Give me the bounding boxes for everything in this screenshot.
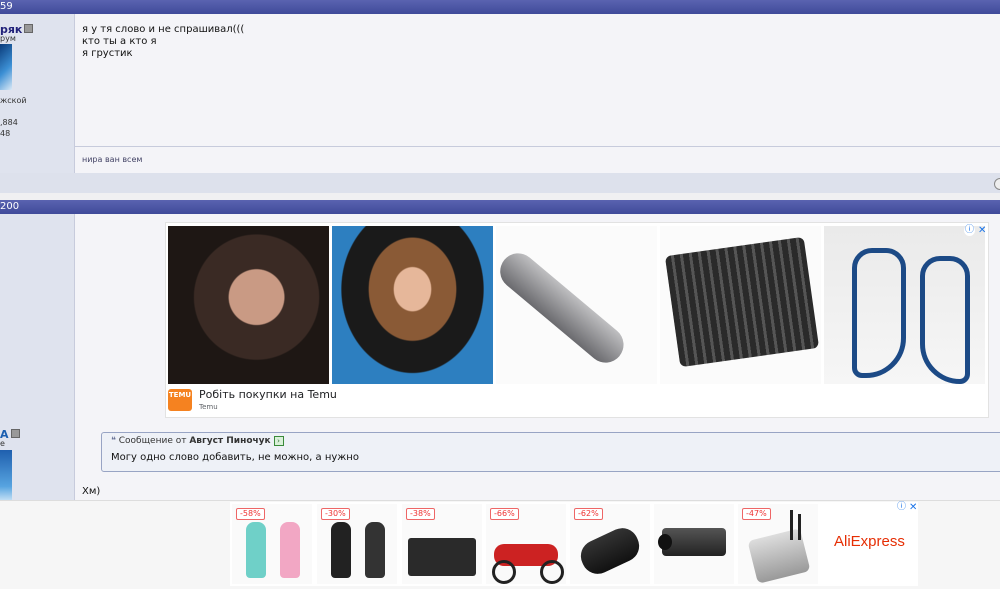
- quote-icon: ❝: [111, 436, 116, 446]
- view-post-icon[interactable]: ›: [273, 436, 284, 446]
- ad-product-image[interactable]: [168, 226, 329, 384]
- temu-logo-text: TEMU: [168, 391, 192, 399]
- temu-logo-icon[interactable]: TEMU: [168, 389, 192, 411]
- post-header-bar: 200: [0, 200, 1000, 214]
- avatar[interactable]: [0, 44, 12, 90]
- user-info-pane: ряк рум жской ,884 48: [0, 14, 75, 173]
- post-date: 200: [0, 201, 20, 212]
- temu-ad-banner[interactable]: TEMU Робіть покупки на Temu Temu ⓘ ✕: [165, 222, 989, 418]
- ad-product-image[interactable]: [496, 226, 657, 384]
- ad-product-tile[interactable]: -47%: [738, 504, 818, 584]
- user-stat-reputation: 48: [0, 129, 11, 138]
- ad-product-tile[interactable]: -58%: [232, 504, 312, 584]
- ad-close-icon[interactable]: ✕: [909, 502, 917, 513]
- ad-product-image[interactable]: [824, 226, 985, 384]
- ad-close-icon[interactable]: ✕: [978, 225, 986, 236]
- message-body: я у тя слово и не спрашивал((( кто ты а …: [82, 24, 244, 60]
- discount-badge: -38%: [406, 508, 435, 520]
- post-header-bar: 59: [0, 0, 1000, 14]
- offline-status-icon: [24, 24, 34, 33]
- message-line: я у тя слово и не спрашивал(((: [82, 24, 245, 35]
- quote-text: Могу одно слово добавить, не можно, а ну…: [111, 452, 359, 463]
- ad-product-image[interactable]: [332, 226, 493, 384]
- post-date: 59: [0, 1, 13, 12]
- discount-badge: -62%: [574, 508, 603, 520]
- discount-badge: -30%: [321, 508, 350, 520]
- user-title: е: [0, 439, 5, 448]
- quote-block: ❝ Сообщение от Август Пиночук › Могу одн…: [101, 432, 1000, 472]
- ad-product-tile[interactable]: -38%: [402, 504, 482, 584]
- message-line: кто ты а кто я: [82, 36, 157, 47]
- ad-info-icon[interactable]: ⓘ: [964, 225, 975, 236]
- user-location: жской: [0, 96, 27, 105]
- ad-product-tile[interactable]: -62%: [570, 504, 650, 584]
- signature-divider: [75, 146, 1000, 147]
- quote-prefix: Сообщение от: [118, 436, 187, 446]
- post-action-icon[interactable]: [994, 178, 1000, 190]
- quote-author: Август Пиночук: [189, 436, 271, 446]
- ad-product-tile[interactable]: [654, 504, 734, 584]
- ad-source[interactable]: Temu: [199, 403, 218, 411]
- user-stat-posts: ,884: [0, 118, 18, 127]
- signature: нира ван всем: [82, 155, 143, 164]
- ad-product-tile[interactable]: -30%: [317, 504, 397, 584]
- ad-title[interactable]: Робіть покупки на Temu: [199, 388, 337, 401]
- discount-badge: -58%: [236, 508, 265, 520]
- message-pane: я у тя слово и не спрашивал((( кто ты а …: [75, 14, 1000, 173]
- user-info-pane: А е: [0, 214, 75, 502]
- aliexpress-ad-banner[interactable]: -58% -30% -38% -66% -62% -47% AliExpress…: [230, 502, 918, 586]
- message-line: я грустик: [82, 48, 133, 59]
- reply-text: Хм): [82, 486, 101, 497]
- post-footer-bar: [0, 173, 1000, 193]
- ad-product-tile[interactable]: -66%: [486, 504, 566, 584]
- user-title: рум: [0, 34, 16, 43]
- discount-badge: -66%: [490, 508, 519, 520]
- quote-header: ❝ Сообщение от Август Пиночук ›: [111, 436, 284, 446]
- avatar[interactable]: [0, 450, 12, 502]
- ad-info-icon[interactable]: ⓘ: [896, 502, 907, 513]
- discount-badge: -47%: [742, 508, 771, 520]
- aliexpress-logo[interactable]: AliExpress: [834, 533, 905, 550]
- ad-product-image[interactable]: [660, 226, 821, 384]
- offline-status-icon: [10, 429, 20, 438]
